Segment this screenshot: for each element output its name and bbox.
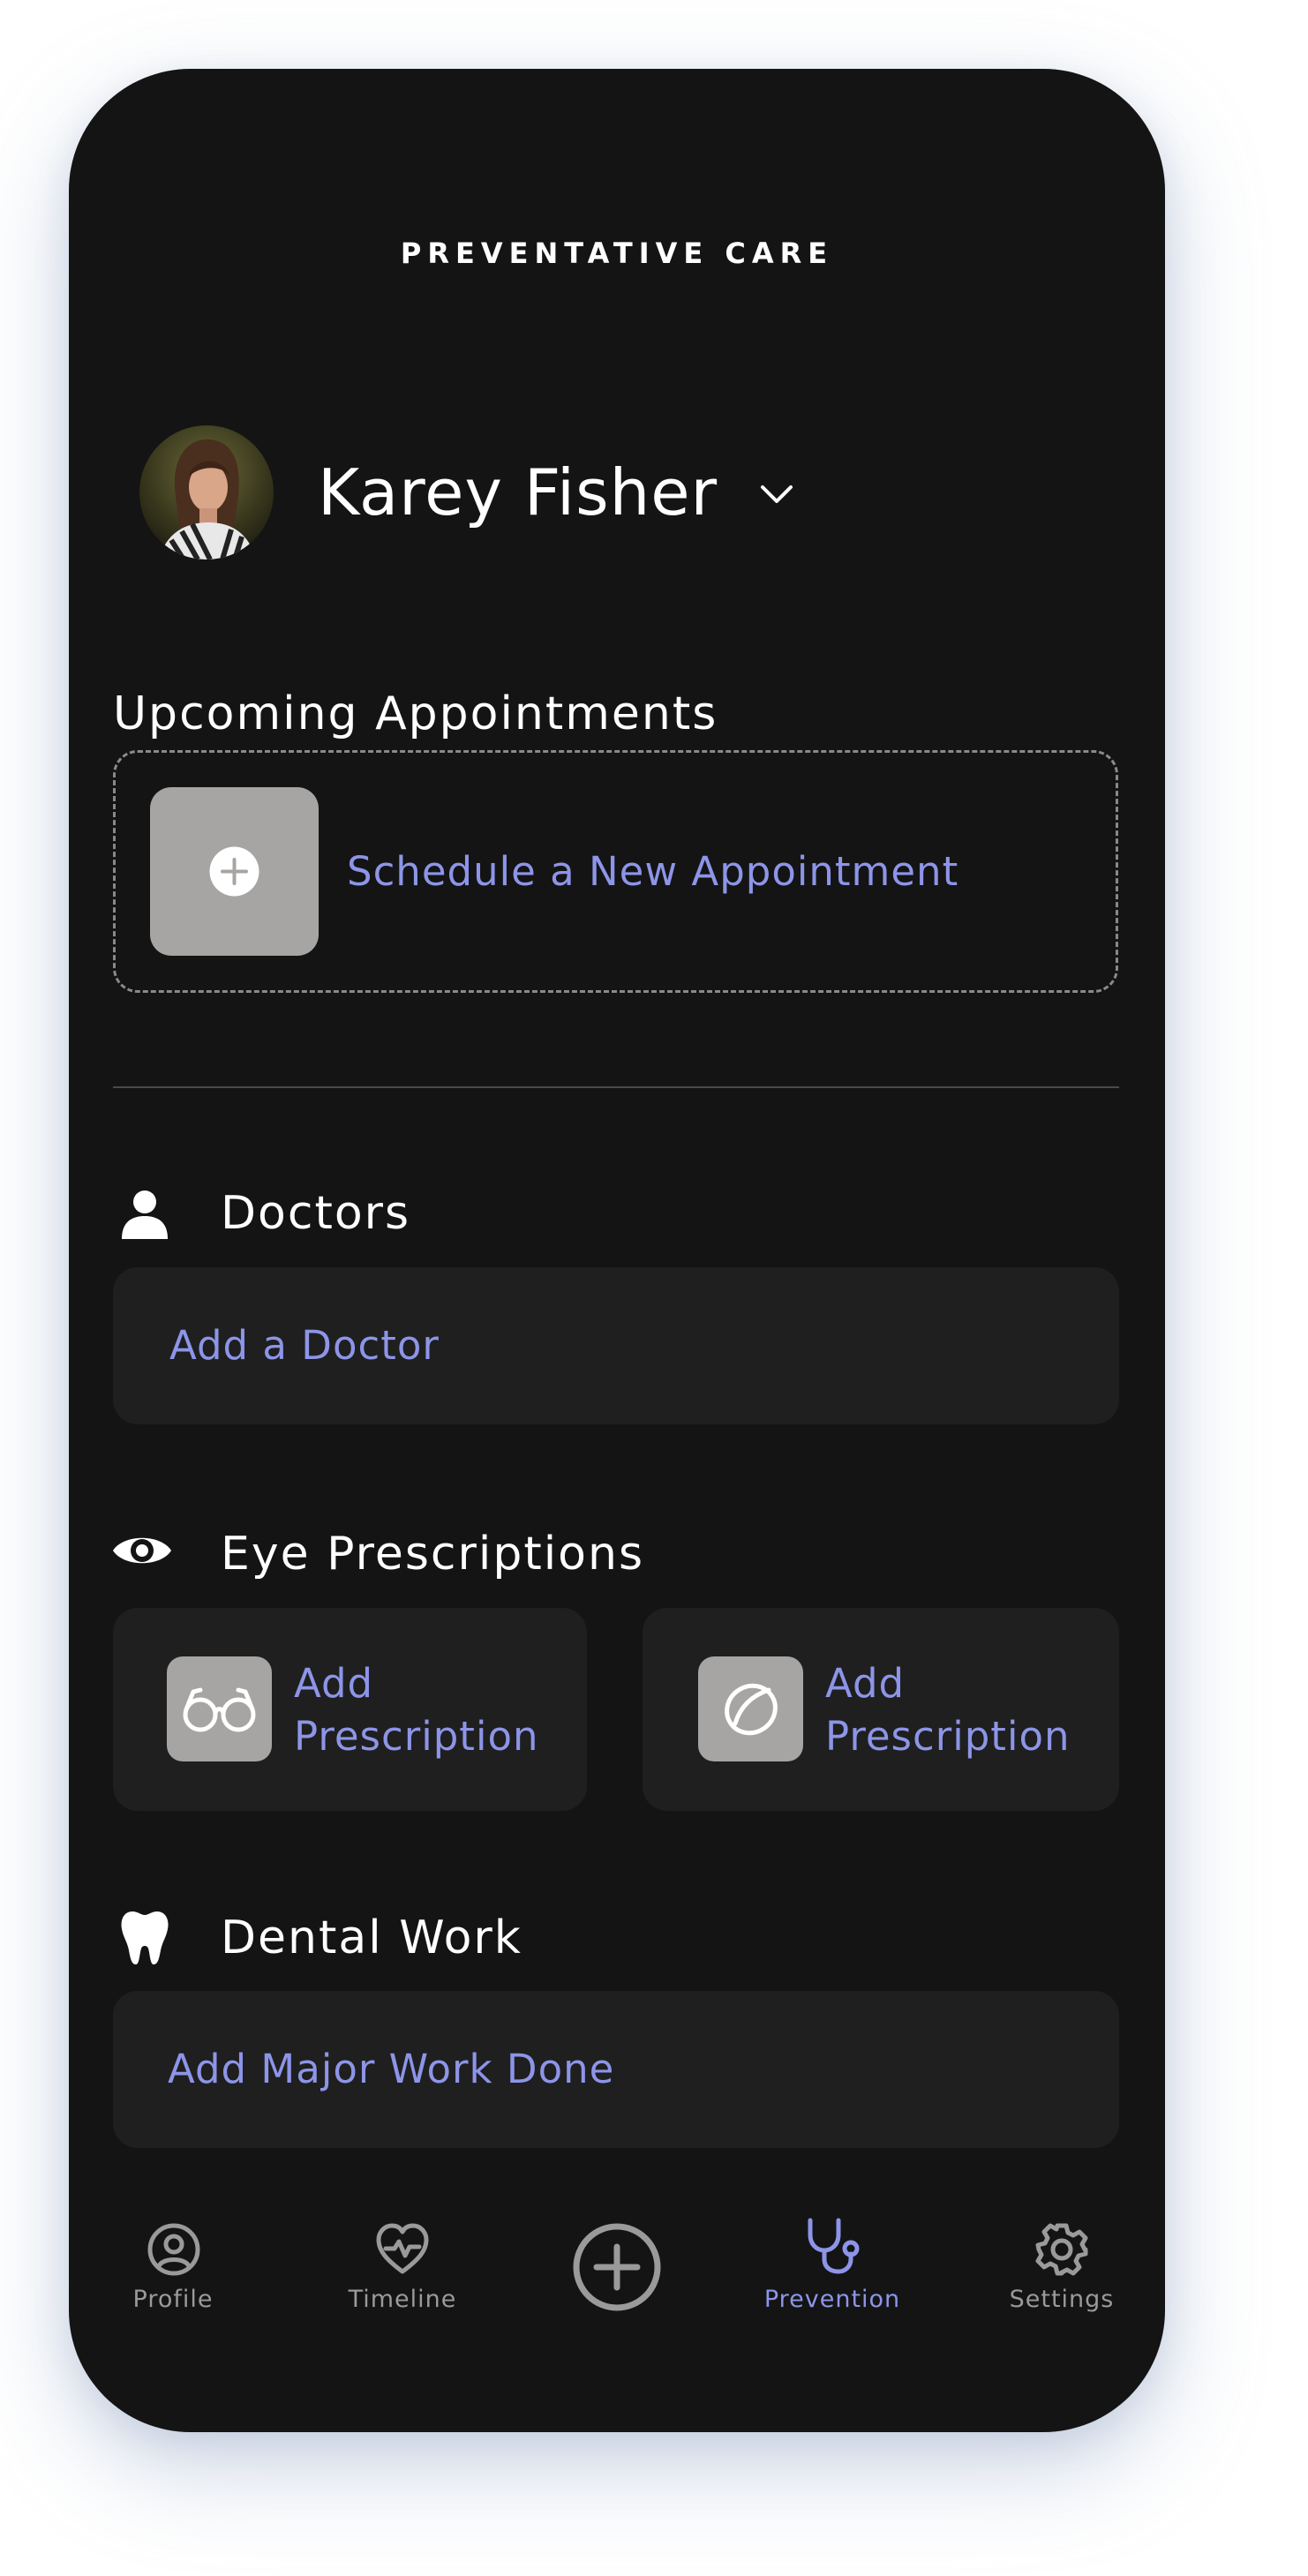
tab-bar: Profile Timeline Prevention Settings	[69, 2218, 1165, 2399]
glasses-tile	[167, 1656, 272, 1761]
profile-icon	[147, 2223, 200, 2276]
user-name[interactable]: Karey Fisher	[318, 448, 718, 537]
chevron-down-icon[interactable]	[755, 473, 798, 515]
heart-pulse-icon	[376, 2223, 429, 2274]
contact-lens-icon	[725, 1683, 778, 1736]
glasses-icon	[183, 1687, 256, 1732]
tab-timeline-label: Timeline	[348, 2286, 457, 2313]
doctors-title: Doctors	[221, 1187, 411, 1240]
add-glasses-prescription-link[interactable]: Add Prescription	[294, 1657, 559, 1763]
tab-profile-label: Profile	[132, 2286, 214, 2313]
phone-screen: PREVENTATIVE CARE Karey Fisher Upcoming …	[69, 69, 1165, 2432]
stethoscope-icon	[808, 2218, 860, 2274]
tab-profile[interactable]: Profile	[111, 2222, 235, 2328]
page-title: PREVENTATIVE CARE	[400, 237, 834, 270]
tab-timeline[interactable]: Timeline	[332, 2222, 473, 2328]
add-dental-work-link[interactable]: Add Major Work Done	[168, 2043, 614, 2096]
tab-settings-label: Settings	[1009, 2286, 1115, 2313]
plus-circle-icon	[209, 846, 259, 897]
gear-icon	[1035, 2223, 1088, 2276]
eye-icon	[111, 1528, 173, 1573]
contact-lens-tile	[698, 1656, 803, 1761]
schedule-appointment-link[interactable]: Schedule a New Appointment	[347, 845, 958, 898]
add-appointment-tile[interactable]	[150, 787, 319, 956]
avatar-image	[139, 425, 274, 560]
dental-work-title: Dental Work	[221, 1911, 522, 1964]
eye-prescriptions-title: Eye Prescriptions	[221, 1528, 645, 1581]
add-button[interactable]	[572, 2222, 662, 2312]
divider	[113, 1086, 1119, 1088]
tooth-icon	[120, 1910, 169, 1966]
add-doctor-link[interactable]: Add a Doctor	[169, 1319, 440, 1372]
person-icon	[118, 1188, 171, 1241]
avatar[interactable]	[139, 425, 274, 560]
tab-prevention-label: Prevention	[763, 2286, 901, 2313]
tab-settings[interactable]: Settings	[996, 2222, 1128, 2328]
add-contacts-prescription-link[interactable]: Add Prescription	[825, 1657, 1090, 1763]
add-circle-icon	[573, 2223, 661, 2311]
tab-prevention[interactable]: Prevention	[757, 2218, 907, 2328]
appointments-title: Upcoming Appointments	[113, 687, 718, 740]
